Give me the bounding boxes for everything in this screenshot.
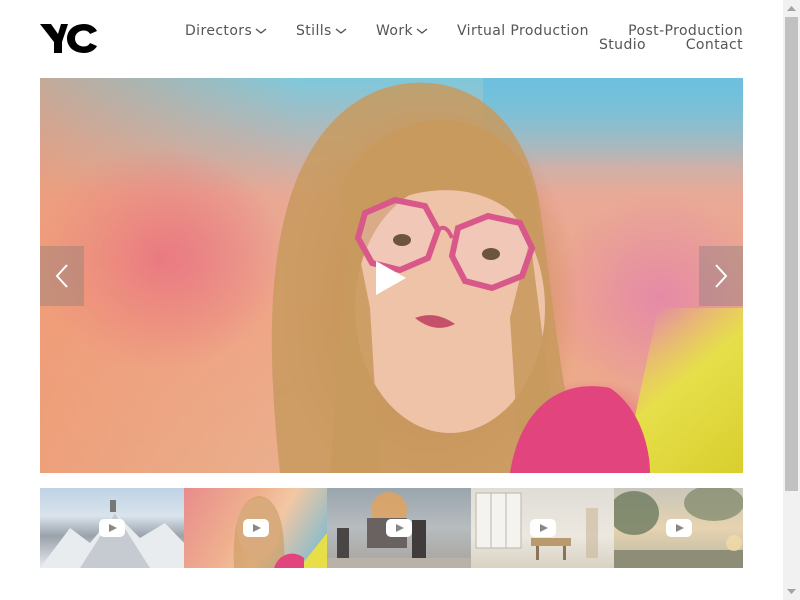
youtube-play-icon <box>386 519 412 537</box>
scroll-up-icon[interactable] <box>783 0 800 17</box>
scroll-down-icon[interactable] <box>783 583 800 600</box>
nav-contact[interactable]: Contact <box>686 36 743 54</box>
chevron-down-icon <box>416 28 428 34</box>
logo[interactable] <box>40 22 100 56</box>
thumbnail-item[interactable] <box>184 488 327 568</box>
play-icon <box>376 261 406 295</box>
scrollbar-thumb[interactable] <box>785 17 798 491</box>
main-nav: Directors Stills Work Virtual Production… <box>183 22 743 62</box>
youtube-play-icon <box>665 519 692 537</box>
youtube-play-icon <box>529 519 556 537</box>
chevron-down-icon <box>255 28 267 34</box>
prev-slide-button[interactable] <box>40 246 84 306</box>
youtube-play-icon <box>99 519 125 537</box>
thumbnail-item[interactable] <box>614 488 743 568</box>
nav-virtual-production[interactable]: Virtual Production <box>457 22 589 40</box>
nav-directors-label: Directors <box>185 23 253 39</box>
hero-video[interactable] <box>40 78 743 473</box>
thumbnail-item[interactable] <box>327 488 471 568</box>
play-button[interactable] <box>372 258 410 298</box>
nav-work[interactable]: Work <box>376 22 428 40</box>
page-scrollbar[interactable] <box>783 0 800 600</box>
youtube-play-icon <box>242 519 269 537</box>
chevron-right-icon <box>715 264 728 288</box>
nav-work-label: Work <box>376 23 414 39</box>
nav-stills-label: Stills <box>296 23 332 39</box>
chevron-left-icon <box>55 264 68 288</box>
thumbnail-item[interactable] <box>471 488 614 568</box>
thumbnail-item[interactable] <box>40 488 184 568</box>
video-thumbnail-strip <box>40 488 743 568</box>
chevron-down-icon <box>335 28 347 34</box>
nav-directors[interactable]: Directors <box>185 22 267 40</box>
next-slide-button[interactable] <box>699 246 743 306</box>
yc-logo-icon <box>40 24 97 53</box>
nav-stills[interactable]: Stills <box>296 22 347 40</box>
nav-studio[interactable]: Studio <box>599 36 646 54</box>
